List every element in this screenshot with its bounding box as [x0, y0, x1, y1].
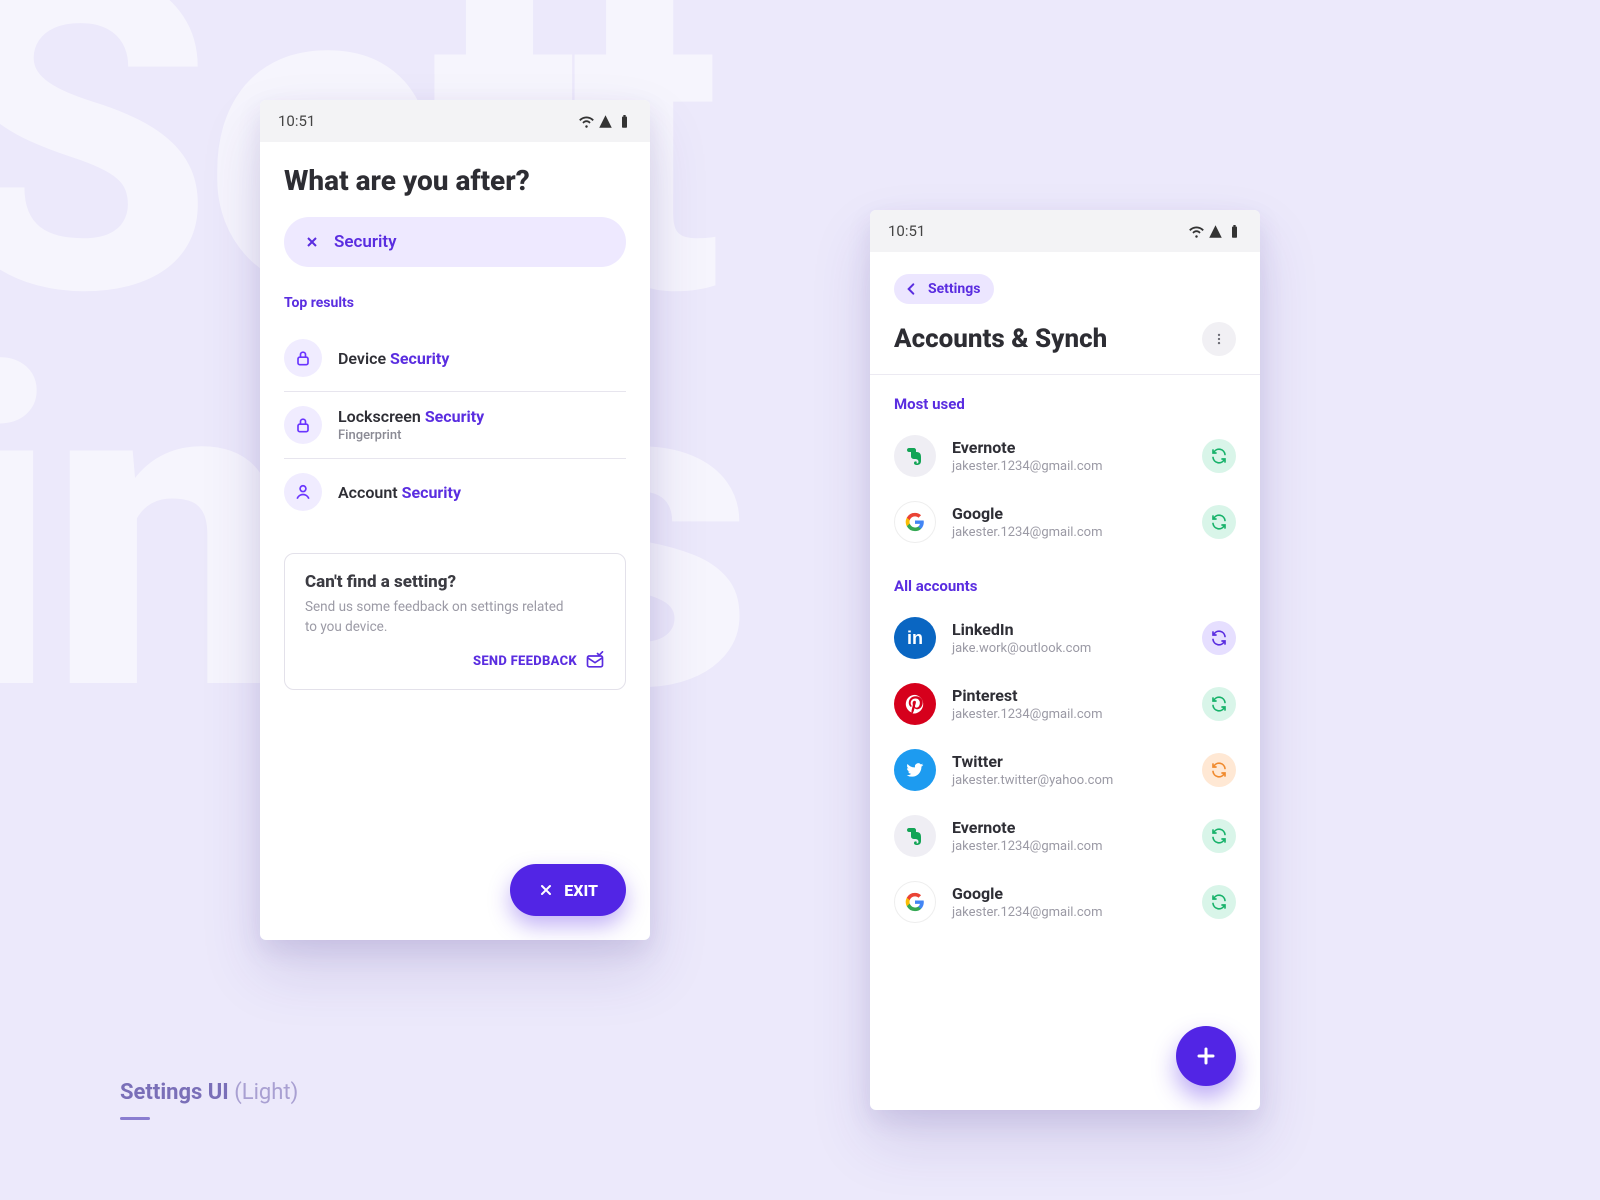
search-result-row[interactable]: Account Security [284, 459, 626, 525]
account-name: Google [952, 504, 1186, 523]
add-account-button[interactable] [1176, 1026, 1236, 1086]
account-name: LinkedIn [952, 620, 1186, 639]
account-row[interactable]: Pinterest jakester.1234@gmail.com [894, 671, 1236, 737]
status-icons [579, 114, 632, 129]
account-name: Evernote [952, 438, 1186, 457]
showcase-caption: Settings UI (Light) [120, 1080, 298, 1120]
search-result-row[interactable]: Device Security [284, 325, 626, 392]
wifi-icon [579, 114, 594, 129]
battery-icon [617, 114, 632, 129]
search-value: Security [334, 232, 397, 252]
all-accounts-label: All accounts [894, 577, 1236, 595]
feedback-title: Can't find a setting? [305, 572, 605, 592]
twitter-icon [894, 749, 936, 791]
status-bar: 10:51 [870, 210, 1260, 252]
account-email: jakester.1234@gmail.com [952, 839, 1186, 854]
account-email: jakester.1234@gmail.com [952, 459, 1186, 474]
signal-icon [598, 114, 613, 129]
battery-icon [1227, 224, 1242, 239]
pinterest-icon [894, 683, 936, 725]
account-row[interactable]: Google jakester.1234@gmail.com [894, 869, 1236, 935]
account-email: jakester.twitter@yahoo.com [952, 773, 1186, 788]
result-title: Device Security [338, 349, 626, 368]
feedback-card: Can't find a setting? Send us some feedb… [284, 553, 626, 690]
status-bar: 10:51 [260, 100, 650, 142]
page-title: What are you after? [284, 164, 626, 197]
status-time: 10:51 [888, 222, 925, 240]
back-button[interactable]: Settings [894, 274, 994, 304]
google-icon [894, 501, 936, 543]
search-screen: 10:51 What are you after? Security Top r… [260, 100, 650, 940]
status-time: 10:51 [278, 112, 315, 130]
top-results-label: Top results [284, 295, 626, 311]
account-email: jakester.1234@gmail.com [952, 707, 1186, 722]
account-row[interactable]: Evernote jakester.1234@gmail.com [894, 803, 1236, 869]
lock-icon [284, 406, 322, 444]
wifi-icon [1189, 224, 1204, 239]
exit-label: EXIT [564, 881, 598, 900]
more-vertical-icon [1212, 332, 1226, 346]
screen-title: Accounts & Synch [894, 324, 1107, 354]
sync-status-button[interactable] [1202, 819, 1236, 853]
result-title: Lockscreen Security [338, 407, 626, 426]
accounts-screen: 10:51 Settings Accounts & Synch Most use… [870, 210, 1260, 1110]
sync-status-button[interactable] [1202, 885, 1236, 919]
evernote-icon [894, 815, 936, 857]
result-subtitle: Fingerprint [338, 428, 626, 443]
plus-icon [1194, 1044, 1218, 1068]
overflow-menu-button[interactable] [1202, 322, 1236, 356]
arrow-left-icon [904, 281, 920, 297]
search-input[interactable]: Security [284, 217, 626, 267]
sync-status-button[interactable] [1202, 505, 1236, 539]
account-name: Google [952, 884, 1186, 903]
most-used-label: Most used [894, 395, 1236, 413]
account-row[interactable]: in LinkedIn jake.work@outlook.com [894, 605, 1236, 671]
signal-icon [1208, 224, 1223, 239]
clear-search-icon[interactable] [304, 234, 320, 250]
account-row[interactable]: Evernote jakester.1234@gmail.com [894, 423, 1236, 489]
search-result-row[interactable]: Lockscreen Security Fingerprint [284, 392, 626, 459]
send-feedback-button[interactable]: SEND FEEDBACK [305, 651, 605, 671]
account-row[interactable]: Google jakester.1234@gmail.com [894, 489, 1236, 555]
feedback-body: Send us some feedback on settings relate… [305, 598, 575, 637]
status-icons [1189, 224, 1242, 239]
account-email: jakester.1234@gmail.com [952, 525, 1186, 540]
sync-status-button[interactable] [1202, 439, 1236, 473]
close-icon [538, 882, 554, 898]
account-name: Twitter [952, 752, 1186, 771]
screen-header: Accounts & Synch [870, 322, 1260, 375]
person-icon [284, 473, 322, 511]
account-name: Evernote [952, 818, 1186, 837]
sync-status-button[interactable] [1202, 687, 1236, 721]
account-name: Pinterest [952, 686, 1186, 705]
back-label: Settings [928, 281, 980, 297]
result-title: Account Security [338, 483, 626, 502]
sync-status-button[interactable] [1202, 753, 1236, 787]
account-email: jakester.1234@gmail.com [952, 905, 1186, 920]
linkedin-icon: in [894, 617, 936, 659]
exit-button[interactable]: EXIT [510, 864, 626, 916]
sync-status-button[interactable] [1202, 621, 1236, 655]
evernote-icon [894, 435, 936, 477]
account-email: jake.work@outlook.com [952, 641, 1186, 656]
lock-icon [284, 339, 322, 377]
send-feedback-label: SEND FEEDBACK [473, 654, 577, 669]
account-row[interactable]: Twitter jakester.twitter@yahoo.com [894, 737, 1236, 803]
mail-check-icon [585, 651, 605, 671]
google-icon [894, 881, 936, 923]
